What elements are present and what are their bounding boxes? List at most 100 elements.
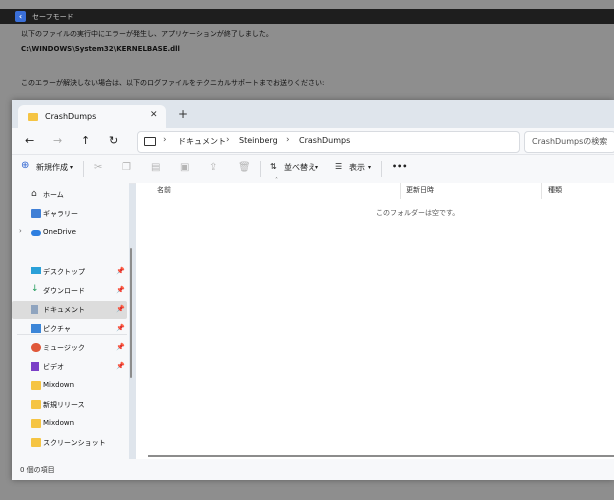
nav-item-music[interactable]: ミュージック 📌: [12, 339, 127, 357]
nav-item-label: ギャラリー: [43, 210, 78, 218]
nav-item-desktop[interactable]: デスクトップ 📌: [12, 263, 127, 281]
chevron-right-icon: ›: [226, 135, 230, 145]
tab-label: CrashDumps: [45, 112, 97, 121]
nav-item-onedrive[interactable]: › OneDrive: [12, 224, 127, 242]
nav-item-videos[interactable]: ビデオ 📌: [12, 358, 127, 376]
breadcrumb-steinberg[interactable]: Steinberg: [239, 136, 278, 145]
chevron-right-icon: ›: [286, 135, 290, 145]
view-icon: ☰: [335, 162, 343, 171]
column-header-name[interactable]: 名前: [157, 185, 171, 195]
paste-icon[interactable]: ▤: [151, 162, 160, 173]
new-plus-icon: ⊕: [21, 160, 30, 171]
more-options-button[interactable]: •••: [392, 162, 407, 171]
new-button[interactable]: 新規作成: [36, 162, 68, 173]
desktop-icon: [31, 267, 41, 274]
column-divider[interactable]: [400, 183, 401, 199]
nav-item-label: デスクトップ: [43, 268, 85, 276]
new-tab-button[interactable]: +: [178, 107, 188, 121]
item-count: 0 個の項目: [20, 466, 55, 474]
pictures-icon: [31, 324, 41, 333]
nav-item-label: OneDrive: [43, 228, 76, 236]
chevron-down-icon: ▾: [368, 164, 372, 171]
computer-icon: [144, 137, 156, 146]
nav-scrollbar[interactable]: [130, 248, 132, 378]
home-icon: ⌂: [31, 189, 37, 199]
nav-item-label: Mixdown: [43, 381, 75, 389]
horizontal-scrollbar[interactable]: [148, 455, 614, 457]
search-input[interactable]: CrashDumpsの検索: [524, 131, 614, 153]
pin-icon: 📌: [116, 324, 125, 332]
error-file-path: C:\WINDOWS\System32\KERNELBASE.dll: [21, 45, 180, 53]
nav-item-gallery[interactable]: ギャラリー: [12, 205, 127, 223]
nav-item-label: 新規リリース: [43, 401, 85, 409]
nav-item-label: ホーム: [43, 191, 64, 199]
breadcrumb-crashdumps[interactable]: CrashDumps: [299, 136, 350, 145]
nav-item-label: Mixdown: [43, 419, 75, 427]
share-icon[interactable]: ⇪: [209, 162, 217, 173]
nav-item-label: ピクチャ: [43, 325, 71, 333]
tab-close-icon[interactable]: ✕: [150, 110, 158, 120]
file-explorer-window: CrashDumps ✕ + ← → ↑ ↻ › ドキュメント › Steinb…: [12, 100, 614, 480]
column-divider[interactable]: [541, 183, 542, 199]
chevron-right-icon[interactable]: ›: [19, 227, 22, 235]
copy-icon[interactable]: ❐: [122, 162, 131, 173]
nav-item-pictures[interactable]: ピクチャ 📌: [12, 320, 127, 338]
nav-item-label: ドキュメント: [43, 306, 85, 314]
folder-icon: [31, 400, 41, 409]
nav-item-folder-screenshots[interactable]: スクリーンショット: [12, 434, 127, 452]
command-bar: ⊕ 新規作成 ▾ ✂ ❐ ▤ ▣ ⇪ 🗑 ⇅ 並べ替え ▾ ☰ 表示 ▾ •••: [12, 154, 614, 184]
video-icon: [31, 362, 39, 371]
tab-crashdumps[interactable]: CrashDumps ✕: [18, 105, 166, 128]
nav-item-downloads[interactable]: ↓ ダウンロード 📌: [12, 282, 127, 300]
up-icon[interactable]: ↑: [81, 134, 90, 147]
nav-item-folder-mixdown[interactable]: Mixdown: [12, 377, 127, 395]
back-icon[interactable]: ←: [25, 134, 34, 147]
chevron-down-icon: ▾: [70, 164, 74, 171]
refresh-icon[interactable]: ↻: [109, 134, 118, 147]
search-placeholder: CrashDumpsの検索: [532, 137, 608, 146]
folder-icon: [31, 419, 41, 428]
error-instructions: このエラーが解決しない場合は、以下のログファイルをテクニカルサポートまでお送りく…: [21, 79, 325, 87]
error-dialog-title: セーフモード: [32, 13, 74, 21]
navigation-bar: ← → ↑ ↻ › ドキュメント › Steinberg › CrashDump…: [12, 128, 614, 154]
divider: [260, 161, 261, 177]
breadcrumb-documents[interactable]: ドキュメント: [178, 136, 226, 147]
cloud-icon: [31, 230, 41, 236]
nav-item-home[interactable]: ⌂ ホーム: [12, 186, 127, 204]
delete-icon[interactable]: 🗑: [238, 162, 251, 173]
folder-icon: [31, 381, 41, 390]
tab-strip: CrashDumps ✕ +: [12, 100, 614, 128]
column-header-modified[interactable]: 更新日時: [406, 185, 434, 195]
nav-item-label: ダウンロード: [43, 287, 85, 295]
forward-icon[interactable]: →: [53, 134, 62, 147]
nav-item-folder-new-release[interactable]: 新規リリース: [12, 396, 127, 414]
music-icon: [31, 343, 41, 352]
sort-chevron-icon: ˄: [275, 177, 278, 184]
navigation-pane: ⌂ ホーム ギャラリー › OneDrive デスクトップ 📌 ↓ ダウンロード…: [12, 183, 129, 459]
nav-item-label: ミュージック: [43, 344, 85, 352]
back-arrow-icon[interactable]: ‹: [15, 11, 26, 22]
file-list: 名前 ˄ 更新日時 種類 このフォルダーは空です。: [136, 177, 614, 459]
error-message: 以下のファイルの実行中にエラーが発生し、アプリケーションが終了しました。: [21, 30, 273, 38]
nav-item-documents[interactable]: ドキュメント 📌: [12, 301, 127, 319]
view-button[interactable]: 表示: [349, 162, 365, 173]
address-bar[interactable]: › ドキュメント › Steinberg › CrashDumps: [137, 131, 520, 153]
sort-icon: ⇅: [270, 162, 277, 171]
pin-icon: 📌: [116, 305, 125, 313]
error-dialog-titlebar: [0, 9, 614, 24]
chevron-right-icon: ›: [163, 135, 167, 145]
pin-icon: 📌: [116, 362, 125, 370]
folder-icon: [28, 113, 38, 121]
divider: [83, 161, 84, 177]
empty-folder-message: このフォルダーは空です。: [376, 209, 460, 217]
cut-icon[interactable]: ✂: [94, 162, 102, 173]
pin-icon: 📌: [116, 343, 125, 351]
column-header-type[interactable]: 種類: [548, 185, 562, 195]
nav-item-label: スクリーンショット: [43, 439, 106, 447]
sort-button[interactable]: 並べ替え: [284, 162, 316, 173]
nav-item-folder-mixdown-2[interactable]: Mixdown: [12, 415, 127, 433]
download-icon: ↓: [31, 284, 39, 294]
chevron-down-icon: ▾: [315, 164, 319, 171]
rename-icon[interactable]: ▣: [180, 162, 189, 173]
document-icon: [31, 305, 38, 314]
